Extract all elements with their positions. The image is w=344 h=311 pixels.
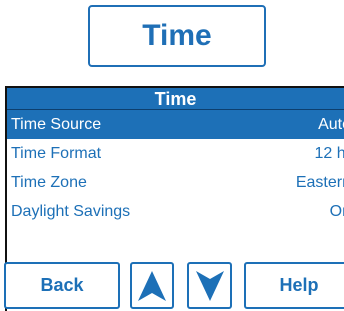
up-arrow-icon [138, 270, 166, 301]
down-arrow-icon [195, 270, 224, 301]
help-button[interactable]: Help [244, 262, 344, 309]
menu-item-label: Time Format [11, 145, 102, 162]
menu-item-value: 12 hr [314, 145, 344, 162]
menu-item-time-format[interactable]: Time Format 12 hr [7, 139, 344, 168]
menu-item-label: Time Zone [11, 174, 87, 191]
menu-item-label: Daylight Savings [11, 203, 131, 220]
menu-item-value: On [329, 203, 344, 220]
menu-item-time-zone[interactable]: Time Zone Eastern [7, 168, 344, 197]
menu-item-daylight-savings[interactable]: Daylight Savings On [7, 197, 344, 226]
down-button[interactable] [187, 262, 232, 309]
screen-header: Time [7, 88, 344, 110]
menu-item-label: Time Source [11, 116, 102, 133]
page-title: Time [88, 5, 266, 67]
help-button-label: Help [279, 275, 319, 295]
up-button[interactable] [130, 262, 174, 309]
menu-item-value: Eastern [295, 174, 344, 191]
menu-item-time-source[interactable]: Time Source Auto [7, 110, 344, 139]
back-button[interactable]: Back [4, 262, 120, 309]
page-title-text: Time [142, 19, 212, 52]
settings-menu: Time Source Auto Time Format 12 hr Time … [7, 110, 344, 226]
stage: Time Time Time Source Auto Time Format 1… [0, 0, 344, 311]
back-button-label: Back [40, 275, 84, 295]
menu-item-value: Auto [318, 116, 344, 133]
